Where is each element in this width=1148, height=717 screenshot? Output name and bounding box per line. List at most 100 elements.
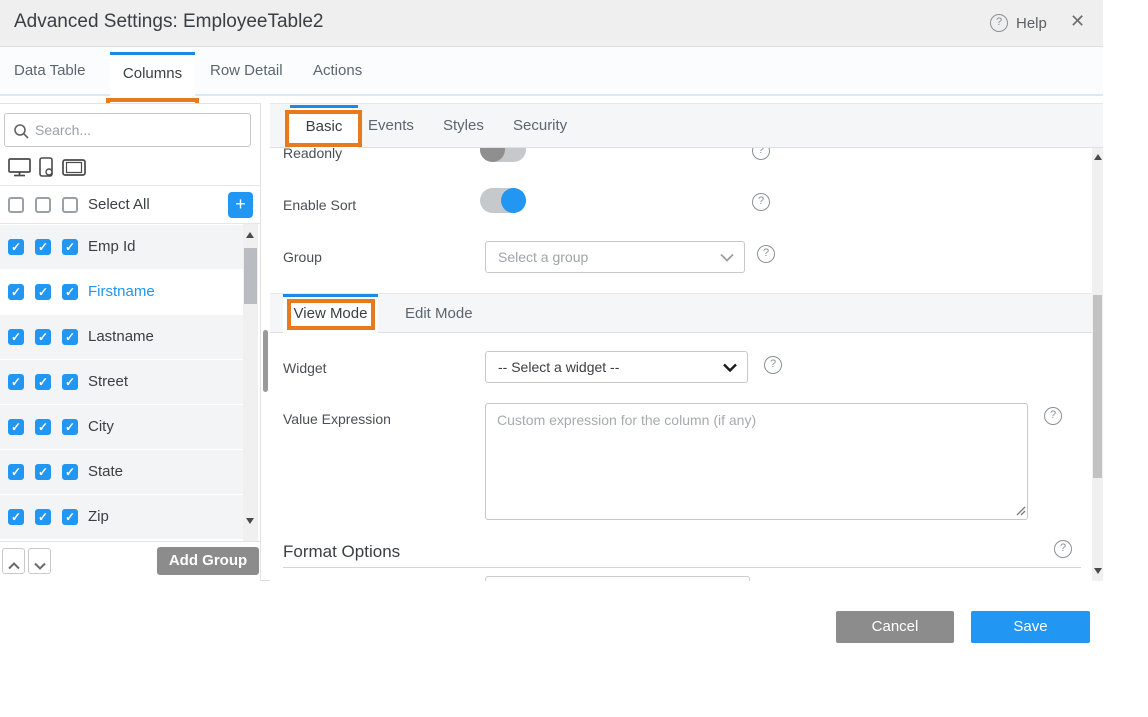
enable-sort-help-icon[interactable]: ?	[752, 193, 770, 211]
chevron-up-icon	[8, 562, 20, 570]
tab-actions[interactable]: Actions	[313, 47, 362, 94]
format-options-title: Format Options	[283, 542, 400, 562]
column-row-lastname[interactable]: Lastname	[0, 315, 243, 359]
column-checkbox[interactable]	[8, 284, 24, 300]
widget-select-value: -- Select a widget --	[498, 352, 619, 382]
format-options-help-icon[interactable]: ?	[1054, 540, 1072, 558]
readonly-help-icon[interactable]: ?	[752, 148, 770, 160]
scrollbar-thumb[interactable]	[244, 248, 257, 304]
format-options-divider	[283, 567, 1081, 568]
column-checkbox[interactable]	[35, 284, 51, 300]
chevron-down-icon	[34, 562, 46, 570]
add-column-button[interactable]: +	[228, 192, 253, 218]
column-row-state[interactable]: State	[0, 450, 243, 494]
cancel-button[interactable]: Cancel	[836, 611, 954, 643]
dialog-header: Advanced Settings: EmployeeTable2 ? Help…	[0, 0, 1103, 47]
help-label[interactable]: Help	[1016, 15, 1047, 32]
readonly-toggle[interactable]	[480, 148, 526, 162]
search-input[interactable]	[35, 115, 245, 145]
toggle-knob	[501, 188, 526, 213]
tab-security[interactable]: Security	[513, 104, 567, 148]
move-column-up-button[interactable]	[2, 548, 25, 574]
properties-tab-bar: Basic Events Styles Security	[270, 103, 1103, 148]
column-checkbox[interactable]	[8, 329, 24, 345]
column-label: State	[88, 450, 123, 494]
value-expression-textarea[interactable]	[485, 403, 1028, 520]
column-checkbox[interactable]	[35, 464, 51, 480]
group-dropdown[interactable]: Select a group	[485, 241, 745, 273]
scroll-down-icon[interactable]	[1094, 568, 1102, 574]
help-icon[interactable]: ?	[990, 14, 1008, 32]
close-icon[interactable]: ✕	[1070, 11, 1085, 32]
group-dropdown-placeholder: Select a group	[498, 242, 588, 272]
column-checkbox[interactable]	[62, 239, 78, 255]
tab-edit-mode[interactable]: Edit Mode	[405, 294, 473, 334]
tab-row-detail[interactable]: Row Detail	[210, 47, 283, 94]
select-all-checkbox-1[interactable]	[8, 197, 24, 213]
value-expression-label: Value Expression	[283, 411, 391, 427]
save-button[interactable]: Save	[971, 611, 1090, 643]
column-row-emp-id[interactable]: Emp Id	[0, 225, 243, 269]
panel-scrollbar-thumb[interactable]	[263, 330, 268, 392]
column-checkbox[interactable]	[8, 239, 24, 255]
scrollbar-thumb[interactable]	[1093, 295, 1102, 478]
column-label: Zip	[88, 495, 109, 539]
tab-data-table[interactable]: Data Table	[14, 47, 85, 94]
mobile-icon[interactable]	[38, 157, 56, 178]
device-toggle-row	[0, 148, 260, 186]
widget-label: Widget	[283, 360, 327, 376]
dialog-title: Advanced Settings: EmployeeTable2	[14, 11, 323, 33]
group-help-icon[interactable]: ?	[757, 245, 775, 263]
column-checkbox[interactable]	[35, 374, 51, 390]
column-checkbox[interactable]	[62, 419, 78, 435]
column-checkbox[interactable]	[8, 374, 24, 390]
column-row-city[interactable]: City	[0, 405, 243, 449]
column-row-street[interactable]: Street	[0, 360, 243, 404]
column-checkbox[interactable]	[35, 509, 51, 525]
panel-scrollbar[interactable]	[1092, 148, 1103, 581]
column-checkbox[interactable]	[62, 284, 78, 300]
tab-basic[interactable]: Basic	[290, 105, 358, 149]
column-checkbox[interactable]	[35, 329, 51, 345]
scroll-up-icon[interactable]	[1094, 154, 1102, 160]
column-checkbox[interactable]	[62, 329, 78, 345]
select-all-row: Select All +	[0, 186, 260, 224]
column-checkbox[interactable]	[35, 419, 51, 435]
clipped-format-input[interactable]	[485, 576, 750, 581]
column-label: Lastname	[88, 315, 154, 359]
group-label: Group	[283, 249, 322, 265]
widget-help-icon[interactable]: ?	[764, 356, 782, 374]
widget-select[interactable]: -- Select a widget --	[485, 351, 748, 383]
column-row-zip[interactable]: Zip	[0, 495, 243, 539]
column-row-firstname[interactable]: Firstname	[0, 270, 243, 314]
tab-view-mode[interactable]: View Mode	[283, 294, 378, 334]
column-checkbox[interactable]	[8, 464, 24, 480]
column-checkbox[interactable]	[62, 374, 78, 390]
column-list: Emp Id Firstname Lastname	[0, 224, 260, 541]
add-group-button[interactable]: Add Group	[157, 547, 259, 575]
move-column-down-button[interactable]	[28, 548, 51, 574]
enable-sort-label: Enable Sort	[283, 197, 356, 213]
tab-columns[interactable]: Columns	[110, 52, 195, 96]
column-checkbox[interactable]	[62, 509, 78, 525]
scroll-down-icon[interactable]	[246, 518, 254, 524]
value-expression-help-icon[interactable]: ?	[1044, 407, 1062, 425]
select-all-checkbox-2[interactable]	[35, 197, 51, 213]
column-checkbox[interactable]	[8, 419, 24, 435]
select-all-checkbox-3[interactable]	[62, 197, 78, 213]
column-checkbox[interactable]	[8, 509, 24, 525]
tab-styles[interactable]: Styles	[443, 104, 484, 148]
tablet-icon[interactable]	[62, 157, 87, 178]
column-label: Emp Id	[88, 225, 136, 269]
column-list-scrollbar[interactable]	[243, 224, 258, 541]
column-checkbox[interactable]	[35, 239, 51, 255]
desktop-icon[interactable]	[8, 157, 32, 178]
column-label: Firstname	[88, 270, 155, 314]
enable-sort-toggle[interactable]	[480, 188, 526, 213]
scroll-up-icon[interactable]	[246, 232, 254, 238]
column-checkbox[interactable]	[62, 464, 78, 480]
readonly-label: Readonly	[283, 148, 342, 161]
tab-events[interactable]: Events	[368, 104, 414, 148]
sidebar-bottom-bar: Add Group	[0, 541, 260, 581]
columns-sidebar: Select All + Emp Id Firstname	[0, 103, 261, 581]
